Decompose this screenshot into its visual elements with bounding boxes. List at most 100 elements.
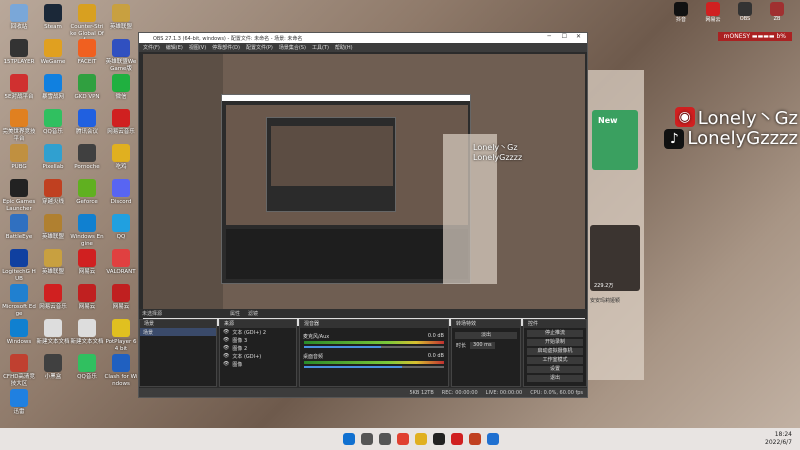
minimize-icon[interactable]: ─: [547, 33, 551, 40]
desktop-icon[interactable]: 网易云: [70, 249, 104, 276]
desktop-icon[interactable]: 网易云音乐: [36, 284, 70, 311]
clock-date: 2022/6/7: [765, 439, 792, 446]
top-widget[interactable]: 网易云: [700, 2, 726, 23]
start-icon[interactable]: [343, 433, 355, 445]
desktop-icon-label: Discord: [110, 199, 132, 205]
store-icon[interactable]: [487, 433, 499, 445]
desktop-icon[interactable]: 新建文本文档: [70, 319, 104, 346]
source-item[interactable]: 👁 图像: [220, 360, 296, 368]
desktop-icon[interactable]: 暴雪战网: [36, 74, 70, 101]
app-icon[interactable]: [469, 433, 481, 445]
control-button[interactable]: 启动虚拟摄像机: [527, 348, 583, 355]
control-button[interactable]: 开始录制: [527, 339, 583, 346]
menu-item[interactable]: 配置文件(P): [246, 44, 273, 51]
desktop-icon[interactable]: PotPlayer 64 bit: [104, 319, 138, 352]
desktop-icon[interactable]: Microsoft Edge: [2, 284, 36, 317]
desktop-icon[interactable]: 网易云: [70, 284, 104, 311]
clock[interactable]: 18:24 2022/6/7: [765, 431, 792, 447]
maximize-icon[interactable]: ☐: [562, 33, 567, 40]
desktop-icon[interactable]: PUBG: [2, 144, 36, 171]
desktop-icon[interactable]: BattleEye: [2, 214, 36, 241]
source-item[interactable]: 👁 文本 (GDI+) 2: [220, 328, 296, 336]
top-widget[interactable]: OBS: [732, 2, 758, 22]
desktop-icon[interactable]: 15TPLAYER: [2, 39, 36, 66]
filters-button[interactable]: 滤镜: [248, 310, 258, 317]
desktop-icon[interactable]: GKD VPN: [70, 74, 104, 101]
close-icon[interactable]: ✕: [576, 33, 581, 40]
desktop-icon[interactable]: Geforce: [70, 179, 104, 206]
desktop-icon[interactable]: 完美世界竞技平台: [2, 109, 36, 142]
transition-type-select[interactable]: 淡出: [455, 332, 517, 339]
netease-icon[interactable]: [451, 433, 463, 445]
visibility-icon[interactable]: 👁: [223, 361, 229, 367]
menu-item[interactable]: 文件(F): [143, 44, 160, 51]
music-portrait[interactable]: 229.2万: [590, 225, 640, 291]
visibility-icon[interactable]: 👁: [223, 329, 229, 335]
desktop-icon[interactable]: QQ音乐: [36, 109, 70, 136]
search-icon[interactable]: [361, 433, 373, 445]
desktop-icon[interactable]: Epic Games Launcher: [2, 179, 36, 212]
menu-item[interactable]: 场景集合(S): [279, 44, 306, 51]
desktop-icon[interactable]: 迅雷: [2, 389, 36, 416]
control-button[interactable]: 设置: [527, 366, 583, 373]
control-button[interactable]: 工作室模式: [527, 357, 583, 364]
menu-item[interactable]: 停靠部件(D): [212, 44, 240, 51]
obs-icon[interactable]: [433, 433, 445, 445]
obs-preview[interactable]: Lonely丶Gz LonelyGzzzz: [143, 54, 585, 326]
desktop-icon[interactable]: Pixellab: [36, 144, 70, 171]
desktop-icon[interactable]: 新建文本文档: [36, 319, 70, 346]
control-button[interactable]: 停止推流: [527, 330, 583, 337]
desktop-icon[interactable]: 微信: [104, 74, 138, 101]
menu-item[interactable]: 工具(T): [312, 44, 329, 51]
desktop-icon[interactable]: 英雄联盟WeGame版: [104, 39, 138, 72]
menu-item[interactable]: 视图(V): [189, 44, 206, 51]
menu-item[interactable]: 编辑(E): [166, 44, 183, 51]
desktop-icon[interactable]: WeGame: [36, 39, 70, 66]
desktop-icon[interactable]: 网易云音乐: [104, 109, 138, 136]
chrome-icon[interactable]: [397, 433, 409, 445]
desktop-icon[interactable]: CFHD高清竞技大区: [2, 354, 36, 387]
desktop-icon[interactable]: Counter-Strike Global Off...: [70, 4, 104, 44]
desktop-icon[interactable]: 穿越火线: [36, 179, 70, 206]
visibility-icon[interactable]: 👁: [223, 353, 229, 359]
desktop-icon[interactable]: Windows: [2, 319, 36, 346]
desktop-icon[interactable]: 英雄联盟: [104, 4, 138, 31]
menu-item[interactable]: 帮助(H): [335, 44, 353, 51]
top-widget[interactable]: ZB: [764, 2, 790, 22]
volume-slider[interactable]: [304, 366, 444, 368]
control-button[interactable]: 退出: [527, 375, 583, 382]
scene-item[interactable]: 场景: [140, 328, 216, 336]
top-widget[interactable]: 抖音: [668, 2, 694, 23]
taskview-icon[interactable]: [379, 433, 391, 445]
desktop-icon[interactable]: VALORANT: [104, 249, 138, 276]
desktop-icon[interactable]: 5E对战平台: [2, 74, 36, 101]
desktop-icon[interactable]: Steam: [36, 4, 70, 31]
desktop-icon[interactable]: 网易云: [104, 284, 138, 311]
desktop-icon[interactable]: Windows Engine: [70, 214, 104, 247]
properties-button[interactable]: 属性: [230, 310, 240, 317]
desktop-icon[interactable]: Clash for Windows: [104, 354, 138, 387]
desktop-icon[interactable]: 小黑盒: [36, 354, 70, 381]
source-item[interactable]: 👁 文本 (GDI+): [220, 352, 296, 360]
music-cover[interactable]: New: [592, 110, 638, 170]
desktop-icon[interactable]: LogitechG HUB: [2, 249, 36, 282]
desktop-icon[interactable]: QQ音乐: [70, 354, 104, 381]
source-item[interactable]: 👁 图像 3: [220, 336, 296, 344]
desktop-icon[interactable]: FACEIT: [70, 39, 104, 66]
desktop-icon[interactable]: Discord: [104, 179, 138, 206]
source-item[interactable]: 👁 图像 2: [220, 344, 296, 352]
duration-input[interactable]: 300 ms: [470, 342, 495, 349]
desktop-icon[interactable]: Pornoche: [70, 144, 104, 171]
visibility-icon[interactable]: 👁: [223, 345, 229, 351]
desktop-icon[interactable]: 英雄联盟: [36, 249, 70, 276]
visibility-icon[interactable]: 👁: [223, 337, 229, 343]
desktop-icon[interactable]: 英雄联盟: [36, 214, 70, 241]
desktop-icon[interactable]: 回收站: [2, 4, 36, 31]
obs-titlebar[interactable]: OBS 27.1.3 (64-bit, windows) - 配置文件: 未命名…: [139, 33, 587, 43]
desktop-icon[interactable]: 吃鸡: [104, 144, 138, 171]
explorer-icon[interactable]: [415, 433, 427, 445]
volume-slider[interactable]: [304, 346, 444, 348]
desktop-icon-label: 15TPLAYER: [3, 59, 35, 65]
desktop-icon[interactable]: 腾讯会议: [70, 109, 104, 136]
desktop-icon[interactable]: QQ: [104, 214, 138, 241]
